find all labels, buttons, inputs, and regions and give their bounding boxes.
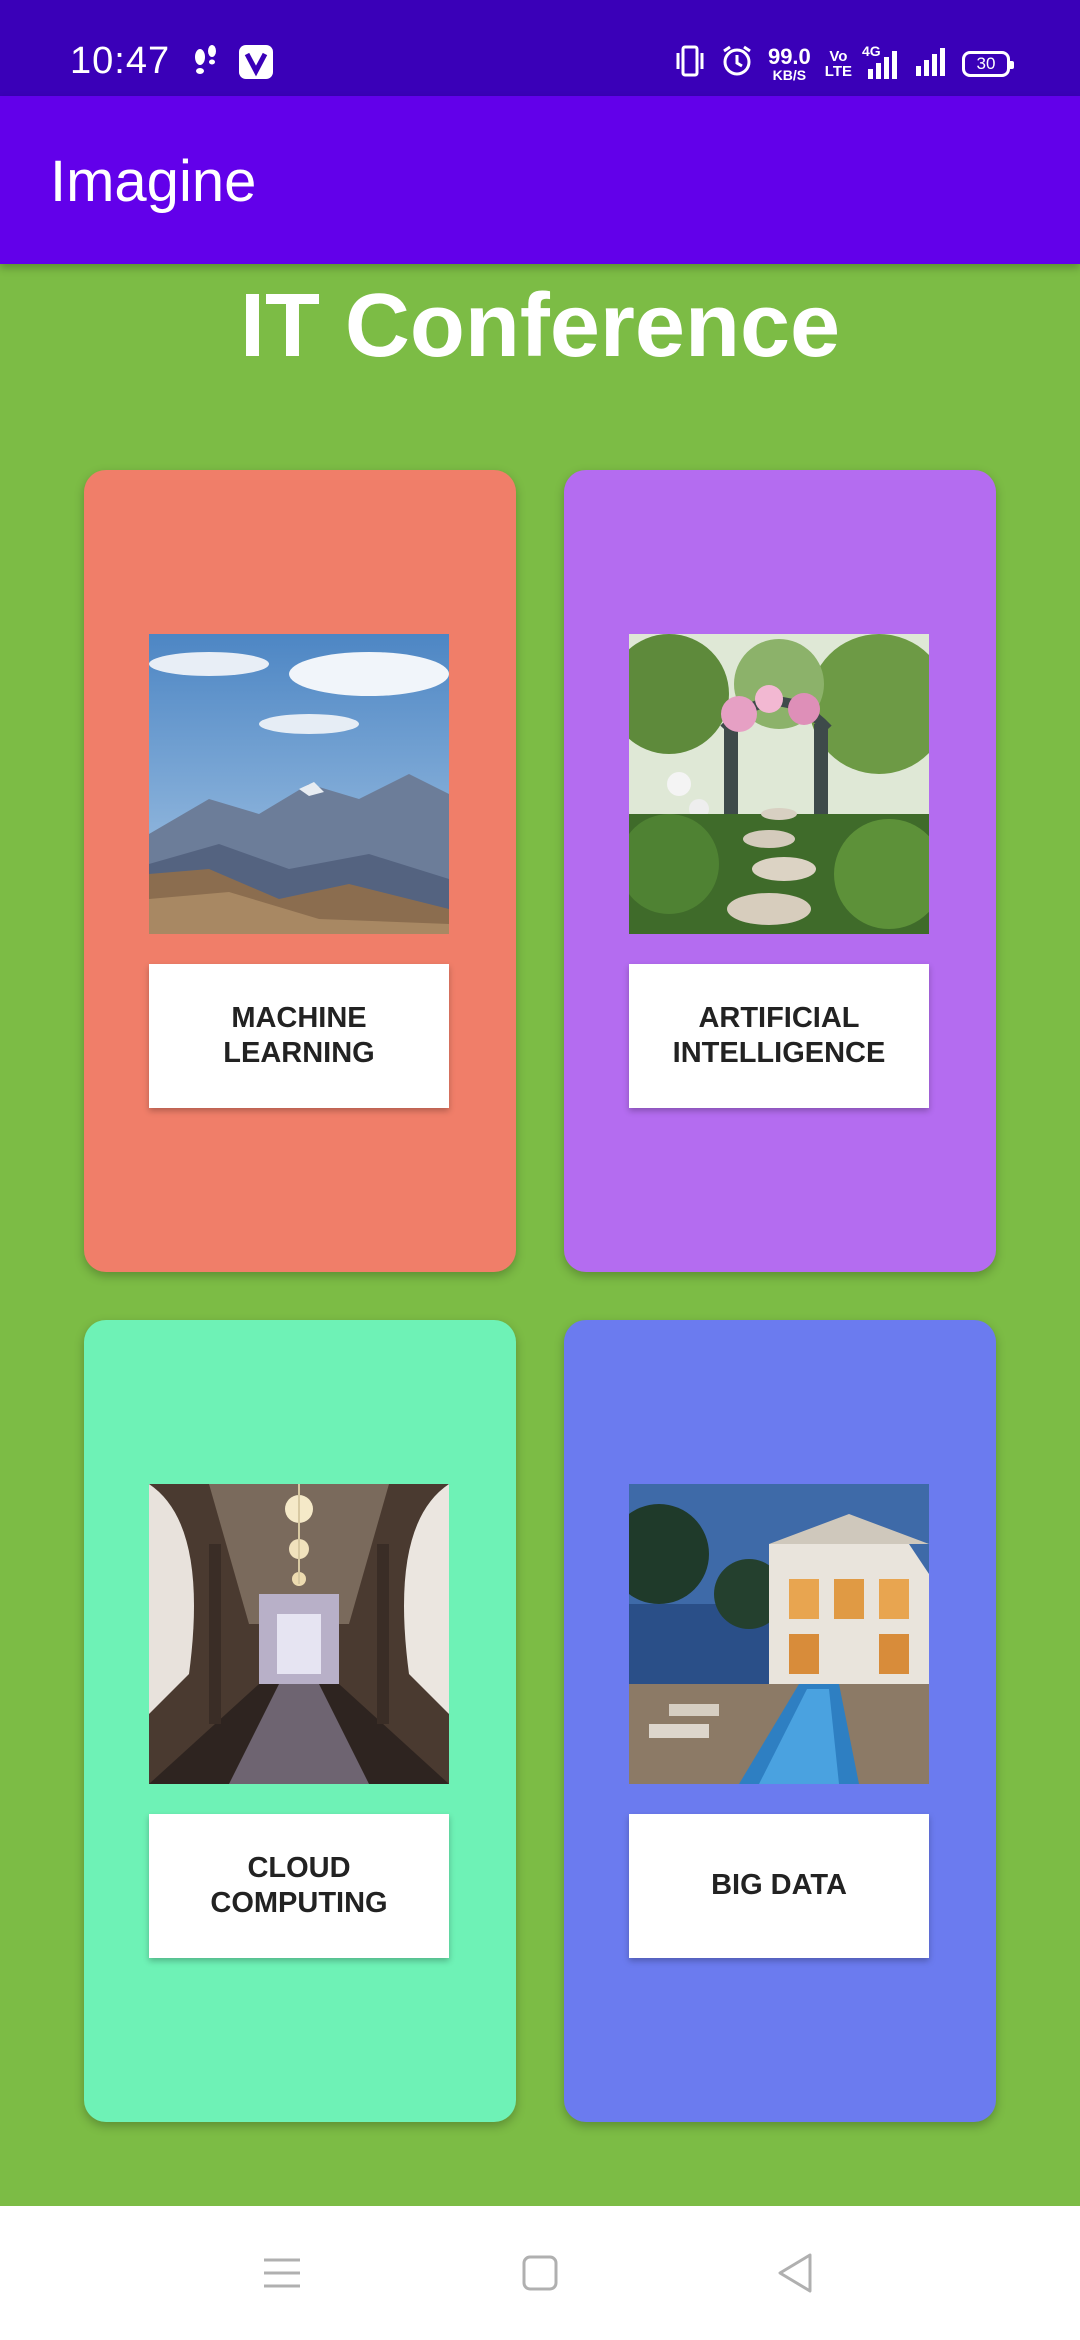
chandelier-hall-image: [149, 1484, 449, 1784]
vibrate-icon: [674, 44, 706, 83]
big-data-button[interactable]: BIG DATA: [629, 1814, 929, 1958]
volte-bottom: LTE: [824, 62, 852, 80]
alarm-icon: [720, 44, 754, 83]
vpn-v-icon: [238, 44, 274, 85]
card-artificial-intelligence: ARTIFICIAL INTELLIGENCE: [564, 470, 996, 1272]
card-big-data: BIG DATA: [564, 1320, 996, 2122]
app-title: Imagine: [50, 149, 257, 214]
garden-path-image: [629, 634, 929, 934]
home-square-icon[interactable]: [515, 2250, 565, 2296]
cloud-computing-button[interactable]: CLOUD COMPUTING: [149, 1814, 449, 1958]
status-bar: 10:47 99.0 KB/S Vo LTE 4G 30: [0, 0, 1080, 96]
net-speed-value: 99.0: [767, 43, 811, 69]
signal-icon: 4G: [862, 43, 900, 79]
menu-icon[interactable]: [257, 2250, 307, 2296]
artificial-intelligence-button[interactable]: ARTIFICIAL INTELLIGENCE: [629, 964, 929, 1108]
battery-icon: 30: [962, 50, 1014, 77]
net-speed: 99.0 KB/S: [767, 43, 811, 83]
net-speed-unit: KB/S: [772, 66, 807, 83]
back-triangle-icon[interactable]: [770, 2250, 820, 2296]
app-bar: Imagine: [0, 96, 1080, 264]
network-type: 4G: [862, 42, 881, 59]
machine-learning-button[interactable]: MACHINE LEARNING: [149, 964, 449, 1108]
navigation-bar: [0, 2206, 1080, 2340]
status-time: 10:47: [70, 40, 171, 82]
volte-indicator: Vo LTE: [825, 49, 852, 79]
mountain-landscape-image: [149, 634, 449, 934]
card-machine-learning: MACHINE LEARNING: [84, 470, 516, 1272]
footsteps-icon: [190, 45, 220, 84]
page-title: IT Conference: [239, 276, 841, 376]
pool-villa-image: [629, 1484, 929, 1784]
card-cloud-computing: CLOUD COMPUTING: [84, 1320, 516, 2122]
signal-icon: [914, 46, 948, 81]
